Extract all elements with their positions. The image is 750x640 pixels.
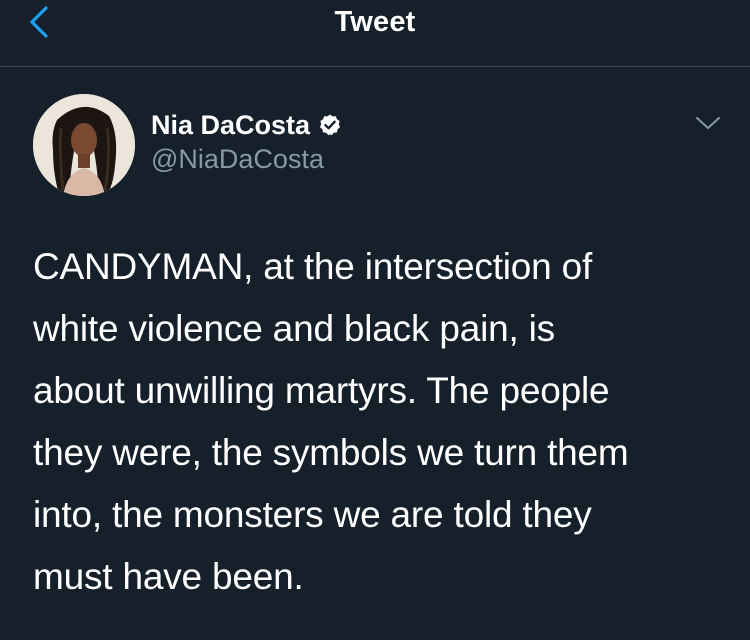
author-name-row[interactable]: Nia DaCosta [151,107,342,143]
tweet-body-text: CANDYMAN, at the intersection of white v… [33,246,629,597]
page-title: Tweet [334,6,416,38]
verified-badge-icon [318,113,342,137]
chevron-down-icon [696,117,720,129]
author-display-name[interactable]: Nia DaCosta [151,110,310,141]
avatar[interactable] [33,94,135,196]
navigation-bar: Tweet [0,0,750,67]
tweet-detail-screen: Tweet Nia DaCosta @NiaDaCosta CANDYMAN, … [0,0,750,640]
tweet-options-button[interactable] [690,108,726,138]
author-handle[interactable]: @NiaDaCosta [151,144,324,175]
profile-photo [33,94,135,196]
